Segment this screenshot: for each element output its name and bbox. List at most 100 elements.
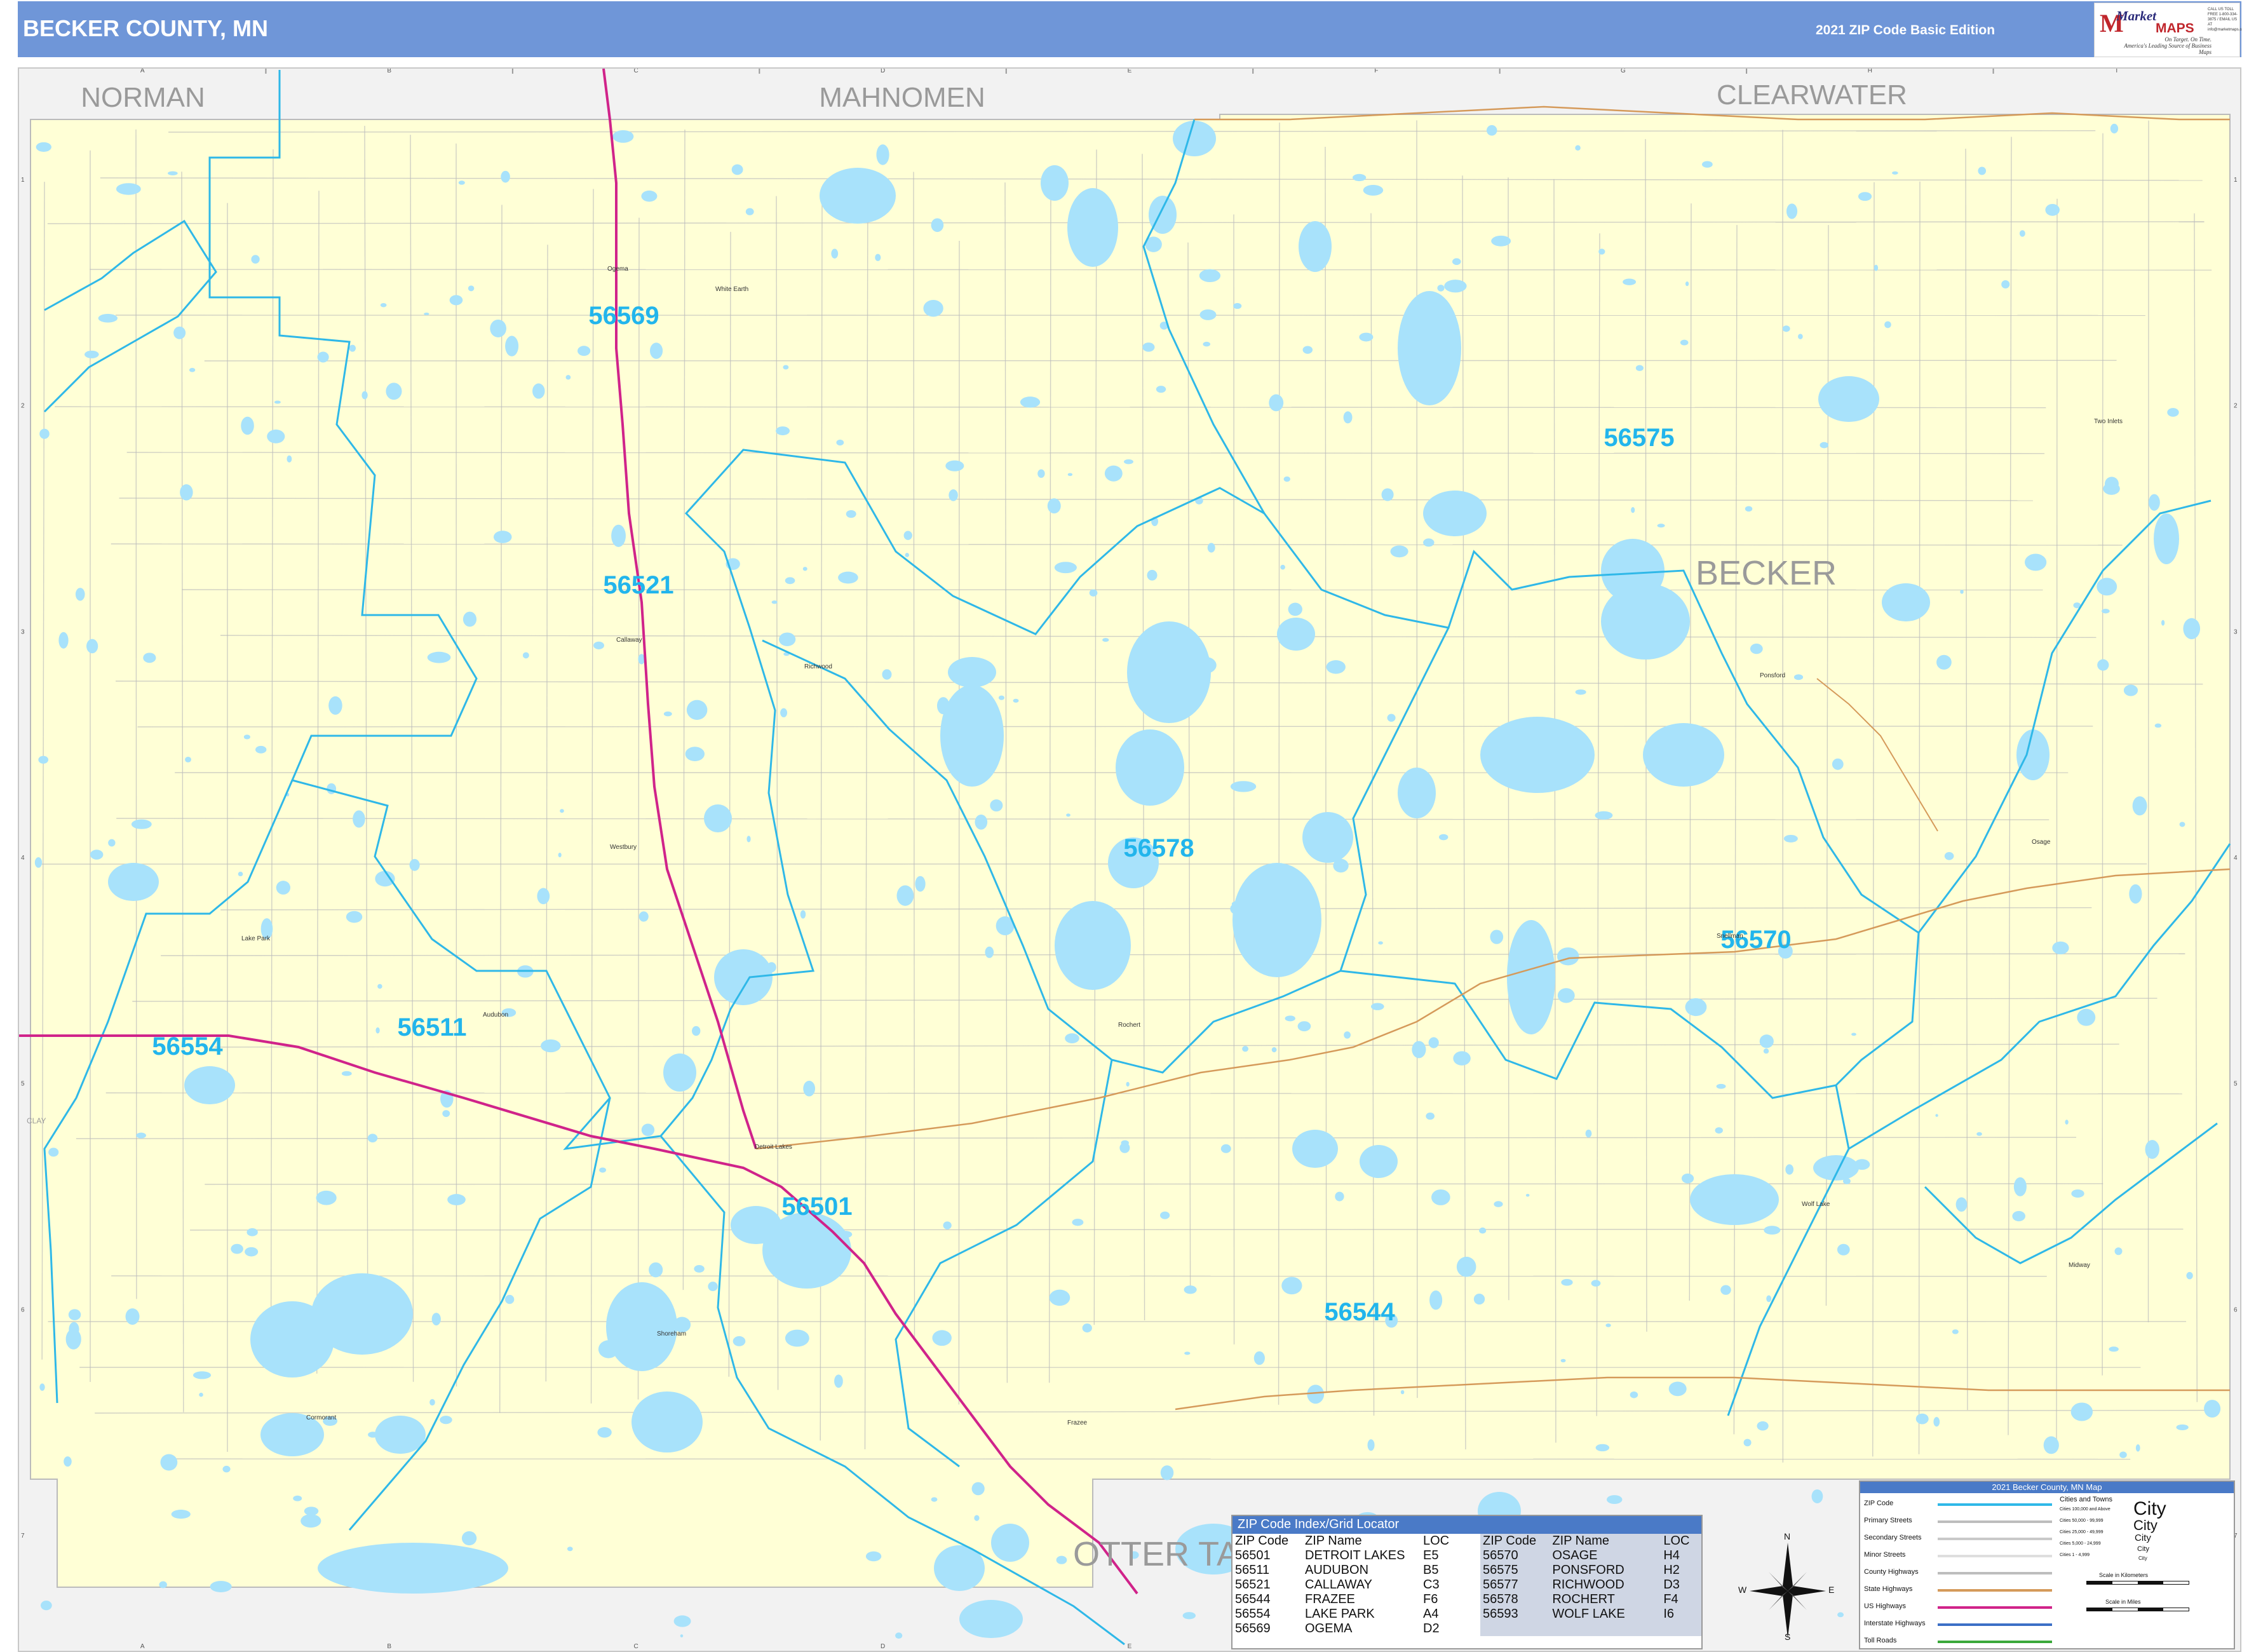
index-zip-name: CALLAWAY: [1305, 1578, 1372, 1592]
lake: [1507, 920, 1555, 1034]
legend-item-swatch: [1938, 1503, 2052, 1506]
pond: [1960, 590, 1964, 594]
grid-row-label: 4: [2234, 855, 2238, 862]
pond: [84, 350, 99, 358]
pond: [1623, 278, 1637, 285]
pond: [274, 400, 281, 404]
pond: [1066, 813, 1070, 817]
section-road: [2102, 133, 2104, 1376]
town-label-rochert: Rochert: [1118, 1022, 1140, 1029]
pond: [231, 1243, 243, 1254]
index-zip-code: 56570: [1483, 1548, 1518, 1562]
grid-row-label: 3: [21, 628, 25, 635]
pond: [663, 711, 672, 717]
lake: [1398, 768, 1436, 818]
pond: [2148, 494, 2160, 511]
brand-contact: CALL US TOLL FREE 1-800-334-3875 / EMAIL…: [2208, 8, 2242, 32]
pond: [1595, 1444, 1610, 1452]
pond: [780, 708, 788, 717]
pond: [1102, 638, 1109, 642]
legend-city-sample-xsmall: City: [2137, 1545, 2149, 1553]
pond: [98, 314, 118, 323]
pond: [1935, 1114, 1938, 1117]
grid-column-label: G: [1621, 69, 1626, 74]
pond: [1764, 1226, 1781, 1235]
zip-label-56521: 56521: [603, 571, 673, 599]
compass-star-icon: [1750, 1543, 1826, 1638]
lake: [1398, 291, 1461, 405]
index-zip-name: ROCHERT: [1552, 1592, 1615, 1606]
pond: [136, 1132, 147, 1139]
pond: [776, 426, 790, 436]
pond: [1302, 346, 1313, 354]
pond: [1288, 602, 1302, 616]
pond: [1525, 1194, 1530, 1197]
pond: [304, 1506, 319, 1516]
pond: [803, 1080, 816, 1097]
pond: [1884, 321, 1891, 328]
pond: [577, 346, 591, 356]
pond: [1056, 1555, 1067, 1564]
pond: [65, 1329, 81, 1350]
lake: [1292, 1130, 1338, 1168]
brand-logo[interactable]: M Market MAPS On Target. On Time. Americ…: [2094, 3, 2242, 57]
pond: [1785, 1164, 1794, 1175]
pond: [685, 747, 705, 762]
pond: [1400, 1390, 1405, 1395]
pond: [316, 1190, 337, 1205]
index-zip-name: OGEMA: [1305, 1622, 1353, 1635]
town-label-shoreham: Shoreham: [657, 1330, 686, 1337]
grid-row-label: 5: [21, 1081, 25, 1088]
pond: [876, 144, 889, 165]
pond: [1199, 269, 1221, 283]
pond: [1874, 264, 1879, 271]
index-header-row: ZIP Code ZIP Name LOC: [1480, 1534, 1701, 1548]
county-map[interactable]: AABBCCDDEEFFGGHHII11223344556677 NORMAN …: [19, 69, 2240, 1651]
town-label-callaway: Callaway: [616, 637, 642, 644]
pond: [785, 1329, 809, 1347]
pond: [532, 383, 545, 399]
pond: [160, 1454, 178, 1471]
brand-m-icon: M: [2100, 9, 2124, 37]
pond: [36, 142, 51, 152]
pond: [380, 302, 387, 308]
zip-label-56569: 56569: [588, 302, 659, 330]
pond: [48, 1148, 59, 1157]
pond: [1049, 1289, 1070, 1306]
pond: [468, 285, 475, 292]
grid-column-label: D: [881, 69, 885, 74]
legend-city-sample-small: City: [2135, 1533, 2151, 1543]
pond: [903, 531, 912, 540]
pond: [931, 218, 944, 233]
pond: [427, 651, 451, 663]
pond: [831, 248, 839, 259]
pond: [108, 839, 116, 847]
map-frame[interactable]: AABBCCDDEEFFGGHHII11223344556677 NORMAN …: [18, 67, 2241, 1652]
pond: [2025, 553, 2047, 571]
pond: [125, 1308, 140, 1325]
pond: [1842, 1178, 1851, 1184]
pond: [882, 669, 892, 680]
lake: [991, 1524, 1029, 1562]
index-zip-name: AUDUBON: [1305, 1563, 1369, 1577]
grid-row-label: 3: [2234, 628, 2238, 635]
grid-column-label: B: [387, 1643, 391, 1650]
pond: [2123, 684, 2138, 696]
lake: [108, 863, 159, 901]
pond: [1680, 339, 1689, 346]
pond: [317, 351, 329, 363]
town-label-audubon: Audubon: [483, 1012, 508, 1019]
lake: [959, 1600, 1023, 1638]
pond: [429, 1398, 435, 1406]
brand-name-maps: MAPS: [2156, 21, 2194, 36]
pond: [1685, 998, 1707, 1017]
pond: [189, 367, 196, 372]
pond: [267, 430, 285, 443]
pond: [1892, 171, 1898, 175]
pond: [1170, 683, 1181, 694]
index-loc: C3: [1423, 1578, 1440, 1592]
pond: [1453, 1051, 1471, 1066]
zip-label-56511: 56511: [397, 1013, 466, 1041]
pond: [593, 641, 604, 649]
pond: [168, 171, 178, 175]
